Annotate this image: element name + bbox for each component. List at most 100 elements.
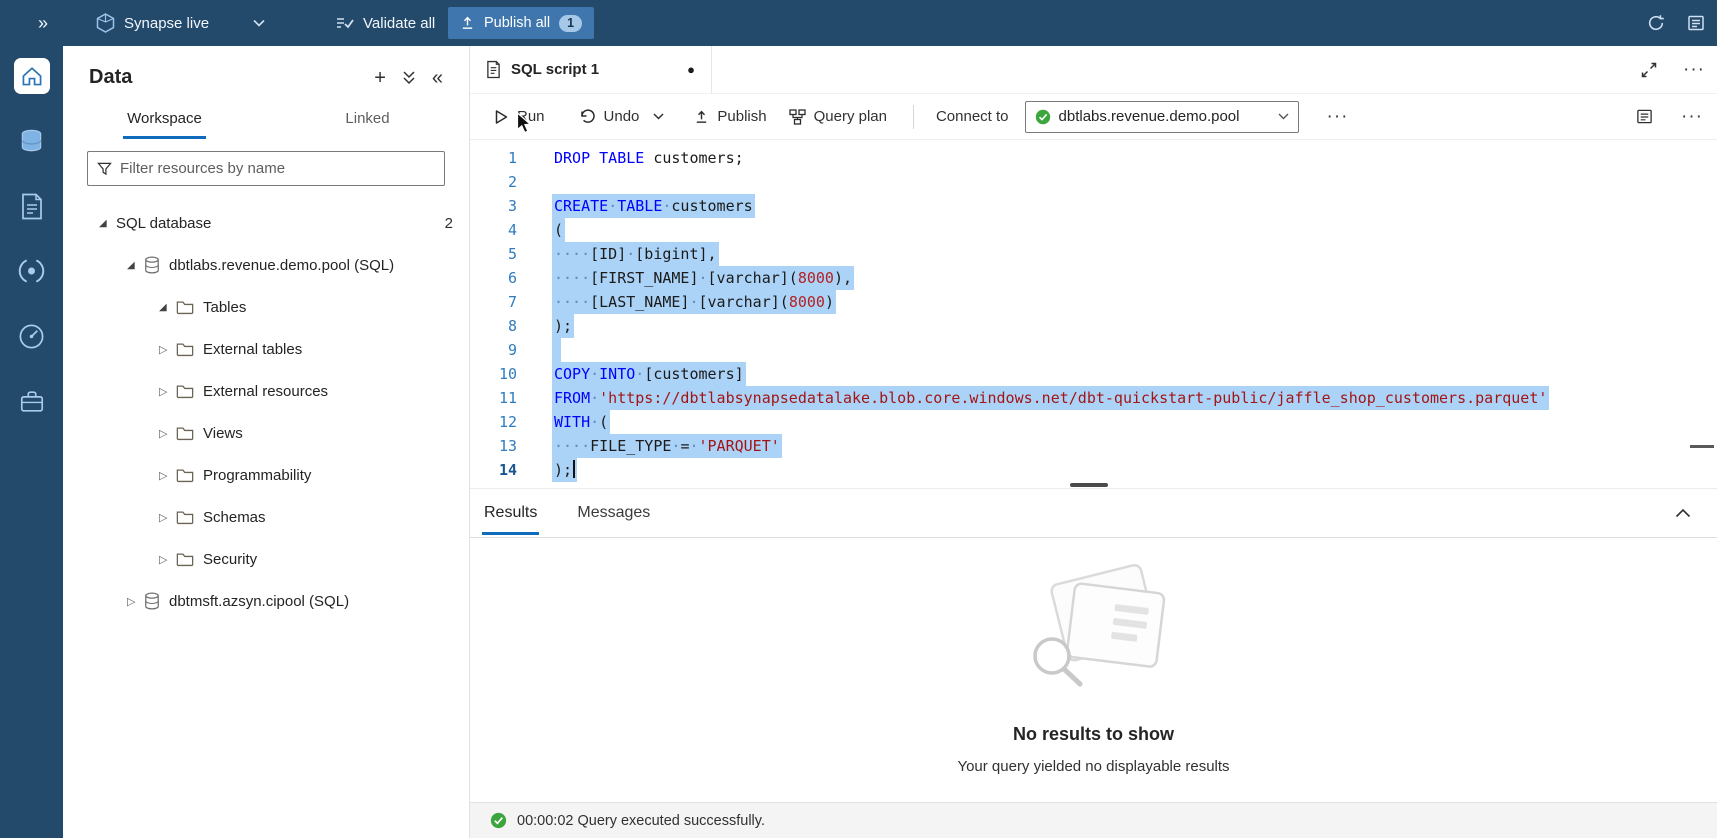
refresh-icon (1647, 14, 1665, 32)
refresh-button[interactable] (1647, 0, 1665, 46)
caret-collapsed-icon[interactable]: ▷ (127, 595, 144, 608)
data-nav-item[interactable] (14, 123, 50, 159)
expand-editor-icon[interactable] (1641, 62, 1657, 78)
line-number: 3 (470, 194, 517, 218)
tree-row[interactable]: ▷Views (63, 412, 469, 454)
tab-more-actions[interactable]: ··· (1683, 59, 1705, 81)
tab-results[interactable]: Results (482, 488, 539, 538)
code-text: CREATE·TABLE·customers (552, 194, 755, 218)
tree-row[interactable]: ▷Programmability (63, 454, 469, 496)
environment-selector[interactable]: Synapse live (96, 0, 265, 46)
caret-collapsed-icon[interactable]: ▷ (159, 385, 176, 398)
validate-all-button[interactable]: Validate all (336, 0, 435, 46)
line-number: 2 (470, 170, 517, 194)
empty-results-state: No results to show Your query yielded no… (470, 560, 1717, 775)
develop-nav-item[interactable] (14, 188, 50, 224)
tree-item-label: External tables (203, 341, 302, 358)
editor-tabstrip: SQL script 1 ● ··· (470, 46, 1717, 94)
status-message: 00:00:02 Query executed successfully. (517, 813, 765, 829)
manage-nav-item[interactable] (14, 383, 50, 419)
tree-item-label: Tables (203, 299, 246, 316)
folder-icon (176, 384, 194, 399)
sql-script-icon (486, 60, 501, 79)
tree-row[interactable]: ▷External resources (63, 370, 469, 412)
undo-dropdown-chevron[interactable] (653, 113, 664, 120)
panel-title: Data (89, 66, 132, 89)
tree-row[interactable]: ◢ Tables (63, 286, 469, 328)
undo-button[interactable]: Undo (579, 108, 640, 125)
chevron-down-icon[interactable] (253, 19, 265, 27)
run-button[interactable]: Run (494, 108, 545, 125)
home-nav-item[interactable] (14, 58, 50, 94)
code-line[interactable]: 10COPY·INTO·[customers] (470, 362, 1717, 386)
database-icon (144, 256, 160, 274)
tree-row[interactable]: ▷dbtmsft.azsyn.cipool (SQL) (63, 580, 469, 622)
code-line[interactable]: 1DROP TABLE customers; (470, 146, 1717, 170)
tab-messages[interactable]: Messages (575, 488, 652, 538)
code-line[interactable]: 7····[LAST_NAME]·[varchar](8000) (470, 290, 1717, 314)
line-number: 13 (470, 434, 517, 458)
tree-row[interactable]: ◢dbtlabs.revenue.demo.pool (SQL) (63, 244, 469, 286)
code-line[interactable]: 5····[ID]·[bigint], (470, 242, 1717, 266)
code-line[interactable]: 6····[FIRST_NAME]·[varchar](8000), (470, 266, 1717, 290)
results-body: No results to show Your query yielded no… (470, 538, 1717, 802)
tree-row[interactable]: ▷ External tables (63, 328, 469, 370)
caret-expanded-icon[interactable]: ◢ (127, 260, 144, 271)
caret-expanded-icon[interactable]: ◢ (159, 302, 176, 313)
status-bar: 00:00:02 Query executed successfully. (470, 802, 1717, 838)
tab-workspace[interactable]: Workspace (63, 97, 266, 141)
empty-title: No results to show (1013, 724, 1174, 745)
line-number: 1 (470, 146, 517, 170)
caret-collapsed-icon[interactable]: ▷ (159, 427, 176, 440)
collapse-results-icon[interactable] (1675, 508, 1691, 518)
code-text: ····[FIRST_NAME]·[varchar](8000), (552, 266, 854, 290)
query-plan-button[interactable]: Query plan (789, 108, 887, 125)
code-line[interactable]: 13 ····FILE_TYPE·=·'PARQUET' (470, 434, 1717, 458)
connect-to-dropdown[interactable]: dbtlabs.revenue.demo.pool (1025, 101, 1299, 133)
expand-menu-label: » (38, 13, 48, 34)
filter-input[interactable] (120, 160, 435, 177)
tree-row[interactable]: ◢SQL database2 (63, 202, 469, 244)
run-icon (494, 109, 509, 125)
code-line[interactable]: 8); (470, 314, 1717, 338)
code-text: ····FILE_TYPE·=·'PARQUET' (552, 434, 782, 458)
tree-row[interactable]: ▷ Schemas (63, 496, 469, 538)
code-line[interactable]: 14); (470, 458, 1717, 482)
code-text: ); (552, 458, 577, 482)
caret-collapsed-icon[interactable]: ▷ (159, 469, 176, 482)
publish-button[interactable]: Publish (694, 108, 766, 125)
monitor-nav-item[interactable] (14, 318, 50, 354)
caret-collapsed-icon[interactable]: ▷ (159, 511, 176, 524)
folder-icon (176, 468, 194, 483)
code-line[interactable]: 2 (470, 170, 1717, 194)
code-line[interactable]: 3 CREATE·TABLE·customers (470, 194, 1717, 218)
split-resize-handle[interactable] (1070, 483, 1108, 487)
format-document-icon[interactable] (1636, 108, 1653, 125)
caret-collapsed-icon[interactable]: ▷ (159, 553, 176, 566)
scrollbar-thumb[interactable] (1690, 445, 1714, 448)
editor-more-actions[interactable]: ··· (1681, 106, 1703, 128)
double-chevron-icon[interactable] (402, 70, 416, 85)
publish-all-label: Publish all (484, 15, 550, 31)
tab-linked[interactable]: Linked (266, 97, 469, 141)
code-text: WITH·( (552, 410, 610, 434)
toolbar-more-actions[interactable]: ··· (1327, 106, 1349, 128)
publish-all-button[interactable]: Publish all 1 (448, 7, 594, 39)
tree-item-label: Schemas (203, 509, 266, 526)
caret-expanded-icon[interactable]: ◢ (99, 218, 116, 229)
caret-collapsed-icon[interactable]: ▷ (159, 343, 176, 356)
tree-row[interactable]: ▷Security (63, 538, 469, 580)
tab-sql-script-1[interactable]: SQL script 1 ● (470, 46, 712, 93)
collapse-panel-icon[interactable]: « (432, 68, 443, 88)
code-line[interactable]: 4( (470, 218, 1717, 242)
code-line[interactable]: 12WITH·( (470, 410, 1717, 434)
workspace-properties-button[interactable] (1687, 0, 1705, 46)
tab-title: SQL script 1 (511, 61, 599, 78)
code-line[interactable]: 9 (470, 338, 1717, 362)
code-line[interactable]: 11FROM·'https://dbtlabsynapsedatalake.bl… (470, 386, 1717, 410)
integrate-nav-item[interactable] (14, 253, 50, 289)
success-check-icon (490, 812, 507, 829)
expand-menu-button[interactable]: » (38, 0, 48, 46)
add-resource-button[interactable]: + (374, 68, 386, 88)
code-editor[interactable]: 1DROP TABLE customers;23 CREATE·TABLE·cus… (470, 140, 1717, 488)
